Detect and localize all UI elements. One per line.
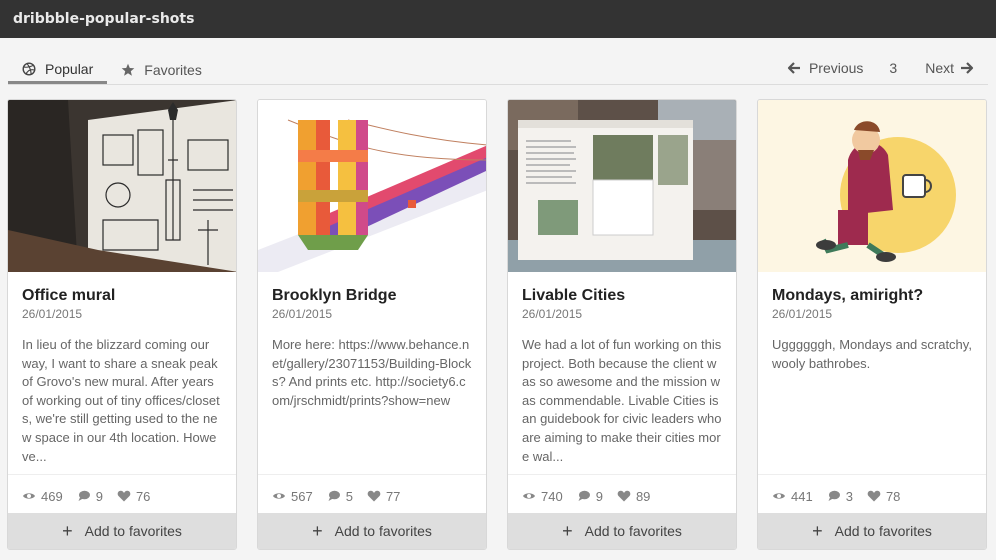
shot-date: 26/01/2015 xyxy=(22,307,83,321)
shot-thumbnail-mondays[interactable] xyxy=(758,100,986,272)
views-count: 740 xyxy=(541,488,563,504)
views-count: 469 xyxy=(41,488,63,504)
shot-stats: 740 9 89 xyxy=(508,474,736,517)
add-to-favorites-button[interactable]: + Add to favorites xyxy=(758,513,986,549)
comments-stat: 9 xyxy=(77,489,103,504)
shot-date: 26/01/2015 xyxy=(522,307,583,321)
tab-bar: Popular Favorites xyxy=(8,56,216,84)
eye-icon xyxy=(23,493,35,499)
next-label: Next xyxy=(925,60,954,76)
shot-card: Livable Cities 26/01/2015 We had a lot o… xyxy=(507,99,737,550)
shot-card: Mondays, amiright? 26/01/2015 Uggggggh, … xyxy=(757,99,987,550)
views-stat: 567 xyxy=(272,489,313,504)
comments-stat: 5 xyxy=(327,489,353,504)
shot-card: Office mural 26/01/2015 In lieu of the b… xyxy=(7,99,237,550)
previous-button[interactable]: Previous xyxy=(787,60,863,76)
likes-stat: 78 xyxy=(867,489,900,504)
plus-icon: + xyxy=(312,521,323,541)
shot-thumbnail-office-mural[interactable] xyxy=(8,100,236,272)
plus-icon: + xyxy=(812,521,823,541)
navbar: Popular Favorites Previous 3 Next xyxy=(0,38,996,85)
eye-icon xyxy=(273,493,285,499)
tab-popular[interactable]: Popular xyxy=(8,56,108,84)
tab-favorites[interactable]: Favorites xyxy=(107,56,216,84)
shot-description: In lieu of the blizzard coming our way, … xyxy=(22,337,220,464)
comments-stat: 3 xyxy=(827,489,853,504)
shot-description: We had a lot of fun working on this proj… xyxy=(522,337,722,464)
views-count: 567 xyxy=(291,488,313,504)
page-number: 3 xyxy=(889,60,898,76)
likes-stat: 77 xyxy=(367,489,400,504)
shot-stats: 567 5 77 xyxy=(258,474,486,517)
likes-stat: 76 xyxy=(117,489,150,504)
add-to-favorites-button[interactable]: + Add to favorites xyxy=(8,513,236,549)
heart-icon xyxy=(367,490,381,502)
dribbble-icon xyxy=(22,61,36,76)
shot-date: 26/01/2015 xyxy=(772,307,833,321)
add-to-favorites-button[interactable]: + Add to favorites xyxy=(508,513,736,549)
comment-icon xyxy=(78,490,90,501)
eye-icon xyxy=(523,493,535,499)
shot-thumbnail-brooklyn-bridge[interactable] xyxy=(258,100,486,272)
shot-thumbnail-livable-cities[interactable] xyxy=(508,100,736,272)
likes-count: 89 xyxy=(635,488,651,504)
views-stat: 469 xyxy=(22,489,63,504)
shot-description: More here: https://www.behance.net/galle… xyxy=(272,337,472,408)
views-stat: 441 xyxy=(772,489,813,504)
shot-title[interactable]: Office mural xyxy=(22,286,222,306)
heart-icon xyxy=(617,490,631,502)
heart-icon xyxy=(117,490,131,502)
window-title: dribbble-popular-shots xyxy=(0,0,996,38)
next-button[interactable]: Next xyxy=(925,60,974,76)
comments-count: 5 xyxy=(345,488,353,504)
tab-popular-label: Popular xyxy=(45,60,94,77)
shot-title[interactable]: Brooklyn Bridge xyxy=(272,286,472,306)
comment-icon xyxy=(578,490,590,501)
previous-label: Previous xyxy=(808,60,864,76)
comment-icon xyxy=(828,490,840,501)
likes-count: 76 xyxy=(135,488,151,504)
pagination: Previous 3 Next xyxy=(787,60,974,76)
add-to-favorites-label: Add to favorites xyxy=(334,523,432,539)
views-stat: 740 xyxy=(522,489,563,504)
shots-grid: Office mural 26/01/2015 In lieu of the b… xyxy=(7,99,996,550)
shot-card: Brooklyn Bridge 26/01/2015 More here: ht… xyxy=(257,99,487,550)
add-to-favorites-label: Add to favorites xyxy=(834,523,932,539)
shot-title[interactable]: Mondays, amiright? xyxy=(772,286,972,306)
shot-title[interactable]: Livable Cities xyxy=(522,286,722,306)
arrow-right-icon xyxy=(960,61,974,75)
star-icon xyxy=(121,63,135,77)
comment-icon xyxy=(328,490,340,501)
add-to-favorites-label: Add to favorites xyxy=(584,523,682,539)
comments-count: 9 xyxy=(95,488,103,504)
heart-icon xyxy=(867,490,881,502)
comments-count: 3 xyxy=(845,488,853,504)
plus-icon: + xyxy=(562,521,573,541)
navbar-divider xyxy=(8,84,988,85)
likes-stat: 89 xyxy=(617,489,650,504)
views-count: 441 xyxy=(791,488,813,504)
arrow-left-icon xyxy=(787,61,801,75)
shot-date: 26/01/2015 xyxy=(272,307,333,321)
tab-favorites-label: Favorites xyxy=(144,62,202,78)
comments-count: 9 xyxy=(595,488,603,504)
plus-icon: + xyxy=(62,521,73,541)
eye-icon xyxy=(773,493,785,499)
shot-stats: 441 3 78 xyxy=(758,474,986,517)
add-to-favorites-label: Add to favorites xyxy=(84,523,182,539)
shot-description: Uggggggh, Mondays and scratchy, wooly ba… xyxy=(772,337,972,371)
add-to-favorites-button[interactable]: + Add to favorites xyxy=(258,513,486,549)
shot-stats: 469 9 76 xyxy=(8,474,236,517)
comments-stat: 9 xyxy=(577,489,603,504)
likes-count: 77 xyxy=(385,488,401,504)
likes-count: 78 xyxy=(885,488,901,504)
